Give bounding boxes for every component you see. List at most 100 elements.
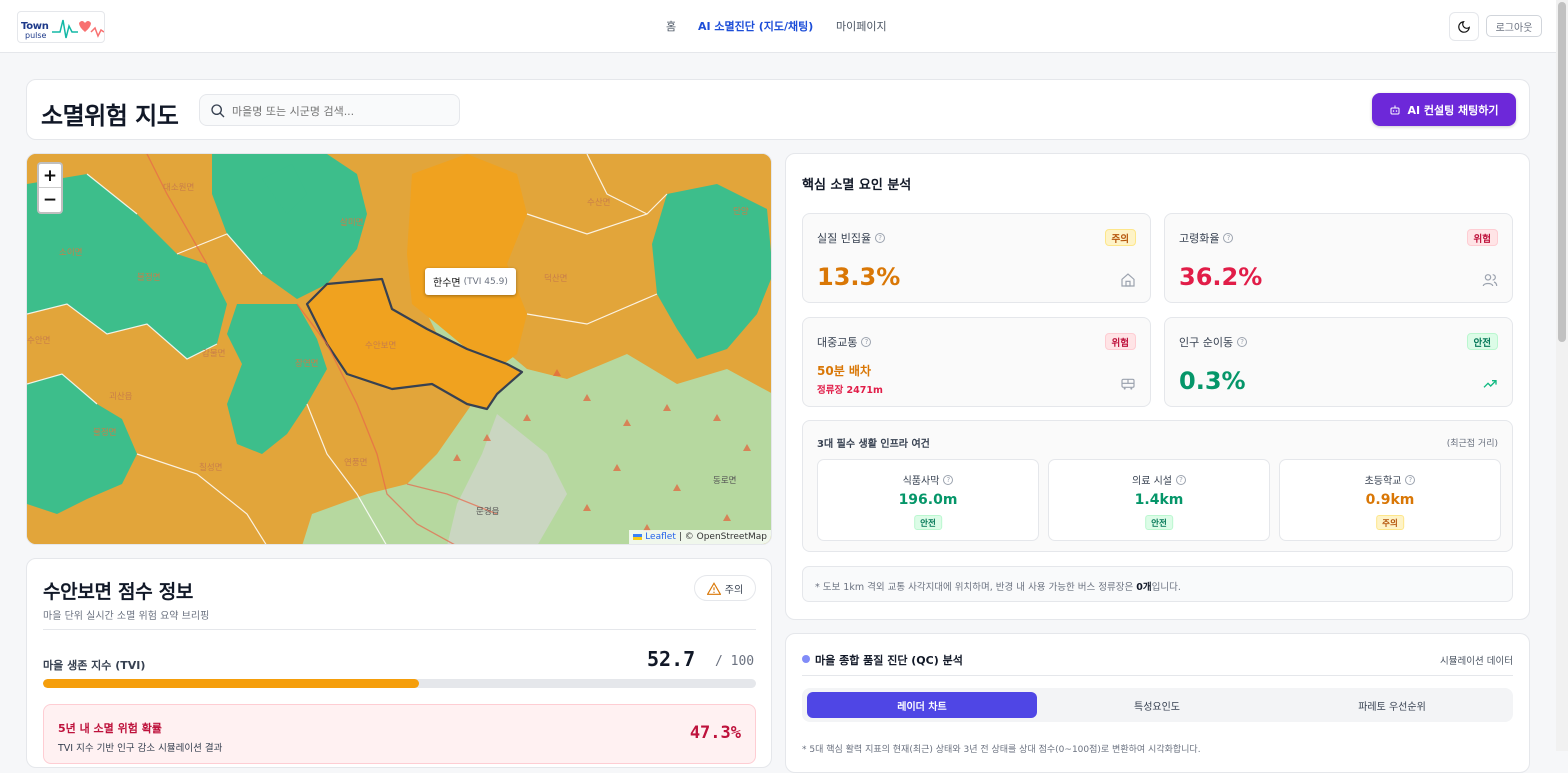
zoom-in-button[interactable]: +	[39, 164, 61, 188]
help-icon[interactable]: ?	[1237, 337, 1248, 347]
svg-text:살미면: 살미면	[340, 217, 363, 228]
factor-card-title: 핵심 소멸 요인 분석	[802, 178, 912, 193]
search-input[interactable]	[232, 101, 452, 121]
svg-text:수산면: 수산면	[587, 197, 610, 208]
tooltip-region-name: 한수면	[433, 278, 461, 289]
divider	[43, 629, 756, 630]
qc-analysis-card: 마을 종합 품질 진단 (QC) 분석 시뮬레이션 데이터 레이더 차트 특성요…	[785, 633, 1530, 773]
factor-analysis-card: 핵심 소멸 요인 분석 실질 빈집율? 주의 13.3% 고령화율? 위험 36…	[785, 153, 1530, 620]
tvi-label: 마을 생존 지수 (TVI)	[43, 659, 146, 672]
transit-badge: 위험	[1104, 333, 1136, 350]
qc-tabs: 레이더 차트 특성요인도 파레토 우선순위	[802, 688, 1513, 722]
help-icon[interactable]: ?	[861, 337, 872, 347]
tvi-value: 52.7	[647, 647, 696, 671]
food-badge: 안전	[914, 515, 942, 530]
migration-label: 인구 순이동	[1179, 336, 1234, 349]
zoom-control: + −	[37, 162, 63, 214]
map-header-card: 소멸위험 지도 AI 컨설팅 채팅하기	[26, 79, 1530, 140]
score-info-card: 수안보면 점수 정보 마을 단위 실시간 소멸 위험 요약 브리핑 주의 마을 …	[26, 558, 772, 768]
nav-mypage[interactable]: 마이페이지	[836, 18, 887, 34]
metric-vacancy: 실질 빈집율? 주의 13.3%	[802, 213, 1151, 303]
qc-note: 시뮬레이션 데이터	[1440, 656, 1513, 667]
zoom-out-button[interactable]: −	[39, 188, 61, 212]
bus-icon	[1121, 378, 1135, 390]
metric-label: 고령화율?	[1179, 230, 1234, 246]
logo-subtext: pulse	[25, 31, 47, 40]
aging-value: 36.2%	[1179, 263, 1263, 291]
medical-value: 1.4km	[1134, 492, 1184, 508]
search-box[interactable]	[199, 94, 460, 126]
tvi-progress-track	[43, 679, 756, 688]
ai-consulting-chat-button[interactable]: AI 컨설팅 채팅하기	[1372, 93, 1516, 126]
medical-badge: 안전	[1145, 515, 1173, 530]
transit-label: 대중교통	[817, 336, 858, 349]
moon-icon	[1458, 20, 1470, 33]
tvi-progress-fill	[43, 679, 419, 688]
svg-text:동로면: 동로면	[713, 475, 736, 486]
food-label: 식품사막	[902, 476, 940, 487]
svg-text:괴산읍: 괴산읍	[109, 391, 133, 402]
footnote-text: * 도보 1km 격외 교통 사각지대에 위치하며, 반경 내 사용 가능한 버…	[815, 582, 1137, 593]
svg-text:장연면: 장연면	[295, 358, 318, 369]
users-icon	[1482, 274, 1498, 287]
scrollbar-thumb[interactable]	[1558, 2, 1566, 342]
school-label: 초등학교	[1364, 476, 1402, 487]
tab-fishbone[interactable]: 특성요인도	[1042, 692, 1272, 718]
svg-text:불정면: 불정면	[137, 272, 160, 283]
pulse-icon	[52, 19, 104, 39]
map-attribution: Leaflet | © OpenStreetMap	[629, 530, 771, 544]
tab-radar-chart[interactable]: 레이더 차트	[807, 692, 1037, 718]
logout-button[interactable]: 로그아웃	[1486, 15, 1542, 37]
transit-distance: 정류장 2471m	[817, 385, 883, 396]
status-badge: 주의	[694, 575, 756, 601]
svg-text:문경읍: 문경읍	[476, 506, 500, 517]
tab-pareto[interactable]: 파레토 우선순위	[1277, 692, 1507, 718]
ai-button-label: AI 컨설팅 채팅하기	[1407, 103, 1499, 117]
ukraine-flag-icon	[633, 534, 643, 540]
page-scrollbar[interactable]	[1556, 0, 1568, 751]
metric-label: 대중교통?	[817, 334, 872, 350]
risk-value: 47.3%	[689, 723, 741, 743]
transit-footnote: * 도보 1km 격외 교통 사각지대에 위치하며, 반경 내 사용 가능한 버…	[802, 566, 1513, 602]
svg-text:감물면: 감물면	[202, 348, 225, 359]
leaflet-link[interactable]: Leaflet	[645, 532, 676, 542]
qc-footnote: * 5대 핵심 활력 지표의 현재(최근) 상태와 3년 전 상태를 상대 점수…	[802, 745, 1201, 755]
help-icon[interactable]: ?	[1405, 474, 1416, 485]
dark-mode-toggle[interactable]	[1449, 12, 1479, 41]
food-value: 196.0m	[898, 492, 958, 508]
metric-transit: 대중교통? 위험 50분 배차 정류장 2471m	[802, 317, 1151, 407]
warning-icon	[706, 581, 721, 595]
help-icon[interactable]: ?	[943, 474, 954, 485]
vacancy-value: 13.3%	[817, 263, 901, 291]
page-title: 소멸위험 지도	[41, 102, 179, 130]
nav-ai-diagnosis[interactable]: AI 소멸진단 (지도/채팅)	[698, 18, 813, 34]
townpulse-logo[interactable]: Town pulse	[17, 11, 105, 43]
medical-label: 의료 시설	[1132, 476, 1172, 487]
tvi-max: / 100	[715, 654, 755, 669]
trending-up-icon	[1483, 380, 1497, 388]
score-card-subtitle: 마을 단위 실시간 소멸 위험 요약 브리핑	[43, 611, 210, 622]
vacancy-badge: 주의	[1104, 229, 1136, 246]
help-icon[interactable]: ?	[875, 233, 886, 243]
migration-value: 0.3%	[1179, 367, 1246, 395]
infra-title: 3대 필수 생활 인프라 여건	[817, 439, 930, 450]
osm-attribution[interactable]: | © OpenStreetMap	[679, 532, 767, 542]
footnote-text-end: 입니다.	[1151, 582, 1181, 593]
aging-label: 고령화율	[1179, 232, 1220, 245]
help-icon[interactable]: ?	[1223, 233, 1234, 243]
infra-label: 식품사막?	[818, 472, 1038, 487]
risk-map[interactable]: 대소원면 살미면 소이면 불정면 수안보면 감물면 장연면 괴산읍 칠성면 연풍…	[26, 153, 772, 545]
infra-note: (최근접 거리)	[1446, 439, 1498, 449]
region-tooltip: 한수면 (TVI 45.9)	[425, 268, 516, 295]
qc-dot-icon	[802, 655, 810, 663]
svg-text:소이면: 소이면	[59, 247, 82, 258]
nav-home[interactable]: 홈	[666, 18, 676, 34]
svg-text:연풍면: 연풍면	[344, 457, 367, 468]
help-icon[interactable]: ?	[1175, 474, 1186, 485]
home-icon	[1121, 273, 1135, 287]
migration-badge: 안전	[1466, 333, 1498, 350]
school-value: 0.9km	[1365, 492, 1415, 508]
metric-label: 실질 빈집율?	[817, 230, 886, 246]
svg-text:수안면: 수안면	[27, 335, 50, 346]
extinction-risk-box: 5년 내 소멸 위험 확률 TVI 지수 기반 인구 감소 시뮬레이션 결과 4…	[43, 704, 756, 764]
